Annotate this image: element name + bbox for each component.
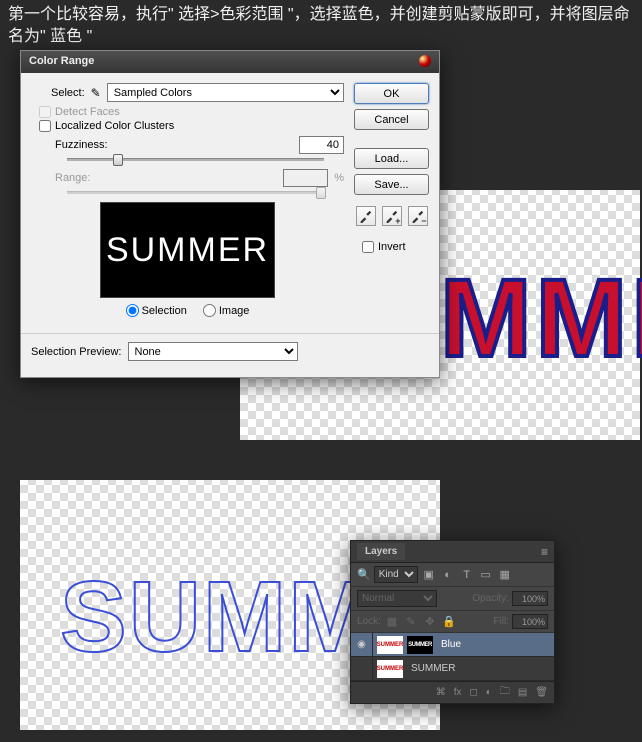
- instruction-text: 第一个比较容易，执行" 选择>色彩范围 "，选择蓝色，并创建剪贴蒙版即可，并将图…: [0, 0, 642, 53]
- dialog-titlebar[interactable]: Color Range: [21, 51, 439, 73]
- selection-preview-label: Selection Preview:: [31, 346, 122, 358]
- range-input: [283, 169, 328, 187]
- lock-paint-icon[interactable]: ✎: [403, 614, 419, 629]
- radio-image[interactable]: Image: [203, 304, 250, 317]
- fuzziness-input[interactable]: [299, 136, 344, 154]
- opacity-input[interactable]: [512, 591, 548, 606]
- layers-tab[interactable]: Layers: [357, 543, 405, 560]
- layers-panel: Layers ≡ 🔍 Kind ▣ ◐ T ▭ ▦ Normal Opacity…: [350, 540, 555, 704]
- blend-mode[interactable]: Normal: [357, 590, 437, 607]
- invert-label: Invert: [378, 241, 406, 253]
- range-slider: [67, 191, 324, 194]
- localized-label: Localized Color Clusters: [55, 120, 174, 132]
- detect-faces-label: Detect Faces: [55, 106, 120, 118]
- filter-image-icon[interactable]: ▣: [421, 567, 437, 582]
- new-layer-icon[interactable]: ▤: [518, 687, 527, 698]
- layer-mask-thumb[interactable]: SUMMER: [407, 636, 433, 654]
- layer-thumb[interactable]: SUMMER: [377, 636, 403, 654]
- range-unit: %: [334, 172, 344, 184]
- range-thumb: [316, 187, 326, 199]
- fuzziness-slider[interactable]: [67, 158, 324, 161]
- radio-selection[interactable]: Selection: [126, 304, 187, 317]
- layer-style-icon[interactable]: fx: [454, 687, 462, 698]
- color-range-dialog: Color Range Select: ✎ Sampled Colors Det…: [20, 50, 440, 378]
- load-button[interactable]: Load...: [354, 148, 429, 169]
- eyedropper-plus-icon[interactable]: [382, 206, 402, 226]
- filter-smart-icon[interactable]: ▦: [497, 567, 513, 582]
- layer-row-blue[interactable]: ◉ SUMMER SUMMER Blue: [351, 633, 554, 657]
- delete-layer-icon[interactable]: 🗑: [535, 687, 548, 698]
- layer-thumb[interactable]: SUMMER: [377, 660, 403, 678]
- eyedropper-icon[interactable]: [356, 206, 376, 226]
- layer-mask-icon[interactable]: ◻: [469, 687, 477, 698]
- filter-adjust-icon[interactable]: ◐: [440, 567, 456, 582]
- dialog-title: Color Range: [29, 55, 94, 69]
- fill-label: Fill:: [493, 616, 509, 627]
- fill-input[interactable]: [512, 614, 548, 629]
- link-layers-icon[interactable]: ⌘: [436, 687, 446, 698]
- detect-faces-checkbox: [39, 106, 51, 118]
- lock-position-icon[interactable]: ✥: [422, 614, 438, 629]
- eyedropper-minus-icon[interactable]: [408, 206, 428, 226]
- filter-type-icon[interactable]: T: [459, 567, 475, 582]
- select-label: Select:: [51, 87, 85, 99]
- lock-all-icon[interactable]: 🔒: [441, 614, 457, 629]
- range-label: Range:: [55, 172, 90, 184]
- canvas-upper-text: MME: [440, 255, 642, 382]
- panel-menu-icon[interactable]: ≡: [541, 545, 548, 559]
- selection-preview-dropdown[interactable]: None: [128, 342, 298, 361]
- lock-label: Lock:: [357, 616, 381, 627]
- kind-filter[interactable]: Kind: [374, 566, 418, 583]
- fuzziness-label: Fuzziness:: [55, 139, 108, 151]
- layer-name[interactable]: SUMMER: [411, 663, 455, 674]
- localized-checkbox[interactable]: [39, 120, 51, 132]
- save-button[interactable]: Save...: [354, 174, 429, 195]
- close-icon[interactable]: [419, 55, 431, 67]
- selection-preview-box: SUMMER: [100, 202, 275, 298]
- cancel-button[interactable]: Cancel: [354, 109, 429, 130]
- lock-transparency-icon[interactable]: ▩: [384, 614, 400, 629]
- visibility-icon[interactable]: [351, 657, 373, 681]
- adjustment-icon[interactable]: ◐: [486, 687, 492, 698]
- opacity-label: Opacity:: [472, 593, 509, 604]
- filter-shape-icon[interactable]: ▭: [478, 567, 494, 582]
- ok-button[interactable]: OK: [354, 83, 429, 104]
- preview-text: SUMMER: [106, 231, 269, 270]
- layer-row-summer[interactable]: SUMMER SUMMER: [351, 657, 554, 681]
- group-icon[interactable]: 🗀: [500, 684, 510, 701]
- invert-checkbox[interactable]: [362, 241, 374, 253]
- canvas-lower-text: SUMM: [60, 560, 374, 675]
- visibility-icon[interactable]: ◉: [351, 633, 373, 657]
- slider-thumb[interactable]: [113, 154, 123, 166]
- layer-name[interactable]: Blue: [441, 639, 461, 650]
- select-dropdown[interactable]: Sampled Colors: [107, 83, 344, 102]
